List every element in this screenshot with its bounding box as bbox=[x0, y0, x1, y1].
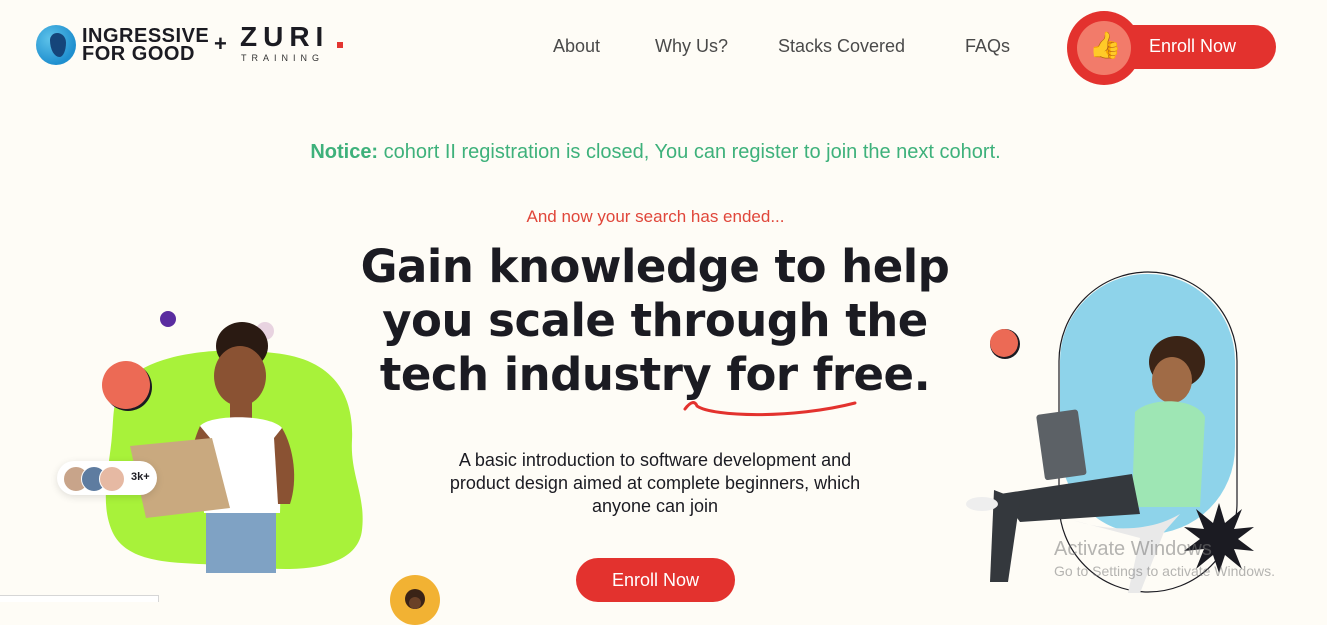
thumbs-up-icon: 👍 bbox=[1089, 31, 1122, 61]
brand-plus-sign: + bbox=[214, 31, 227, 56]
community-avatars-badge: 3k+ bbox=[57, 461, 157, 495]
nav-stacks-covered[interactable]: Stacks Covered bbox=[778, 36, 905, 57]
nav-faqs[interactable]: FAQs bbox=[965, 36, 1010, 57]
hero-enroll-button[interactable]: Enroll Now bbox=[576, 558, 735, 602]
avatar bbox=[99, 466, 125, 492]
header-enroll-label[interactable]: Enroll Now bbox=[1149, 36, 1236, 57]
nav-about[interactable]: About bbox=[553, 36, 600, 57]
bottom-avatar bbox=[390, 575, 440, 625]
hero-subtext: A basic introduction to software develop… bbox=[449, 450, 861, 516]
nav-why-us[interactable]: Why Us? bbox=[655, 36, 728, 57]
ingressive-brand-text[interactable]: INGRESSIVE FOR GOOD bbox=[82, 26, 209, 65]
community-count: 3k+ bbox=[131, 471, 150, 483]
ingressive-logo-icon[interactable] bbox=[36, 25, 76, 65]
notice-text: cohort II registration is closed, You ca… bbox=[383, 141, 1001, 163]
windows-activation-subtitle: Go to Settings to activate Windows. bbox=[1054, 563, 1275, 579]
windows-activation-title: Activate Windows bbox=[1054, 538, 1212, 560]
woman-with-laptop-illustration bbox=[130, 322, 295, 573]
brand-line-2: FOR GOOD bbox=[82, 43, 195, 65]
zuri-training-text: TRAINING bbox=[241, 53, 325, 63]
hero-headline: Gain knowledge to help you scale through… bbox=[360, 240, 950, 401]
header-enroll-button[interactable]: 👍 Enroll Now bbox=[1067, 11, 1277, 87]
headline-underline-squiggle bbox=[683, 401, 857, 417]
zuri-brand-dot bbox=[337, 42, 343, 48]
bottom-avatar-person-icon bbox=[405, 589, 425, 609]
notice-label: Notice: bbox=[310, 141, 379, 163]
zuri-brand-text[interactable]: ZURI bbox=[240, 21, 329, 53]
hero-tagline: And now your search has ended... bbox=[526, 207, 785, 226]
registration-notice: Notice: cohort II registration is closed… bbox=[0, 141, 1311, 164]
